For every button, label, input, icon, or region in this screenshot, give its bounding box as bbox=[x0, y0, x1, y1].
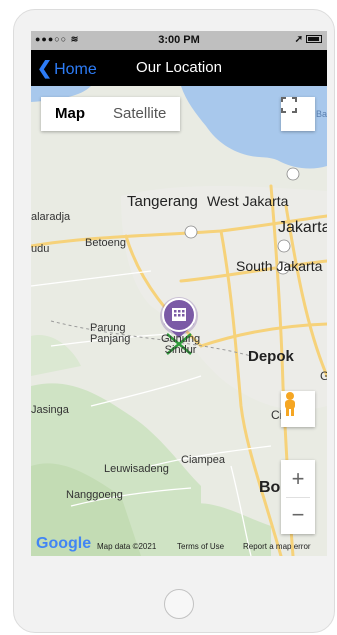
page-title: Our Location bbox=[136, 59, 222, 76]
place-label-nanggoeng: Nanggoeng bbox=[66, 489, 123, 501]
report-map-error-link[interactable]: Report a map error bbox=[243, 542, 311, 551]
place-label-betoeng: Betoeng bbox=[85, 237, 126, 249]
pegman-icon bbox=[285, 392, 295, 416]
fullscreen-icon bbox=[281, 97, 297, 113]
status-right: ➚ bbox=[295, 34, 322, 45]
place-label-leuwisadeng: Leuwisadeng bbox=[104, 463, 169, 475]
place-label-g: G bbox=[320, 369, 327, 383]
zoom-control: + − bbox=[281, 460, 315, 534]
street-view-button[interactable] bbox=[281, 391, 315, 427]
status-time: 3:00 PM bbox=[158, 34, 200, 46]
zoom-out-button[interactable]: − bbox=[292, 498, 305, 534]
place-label-balaradja: alaradja bbox=[31, 211, 71, 223]
place-label-ciampea: Ciampea bbox=[181, 454, 226, 466]
location-arrow-icon: ➚ bbox=[294, 34, 303, 45]
home-button[interactable] bbox=[164, 589, 194, 619]
map-type-satellite-button[interactable]: Satellite bbox=[99, 97, 180, 131]
phone-screen: ●●●○○ ≋ 3:00 PM ➚ ❮ Home Our Location Ta… bbox=[31, 31, 327, 556]
place-label-west-jakarta: West Jakarta bbox=[207, 193, 289, 209]
place-label-jasinga: Jasinga bbox=[31, 404, 69, 416]
place-label-ba: Ba bbox=[316, 109, 327, 119]
navigation-bar: ❮ Home Our Location bbox=[31, 50, 327, 86]
place-label-tangerang: Tangerang bbox=[127, 193, 198, 210]
place-label-gunung-sindur: Gunung Sindur bbox=[161, 333, 201, 356]
place-label-udu: udu bbox=[31, 243, 50, 255]
zoom-in-button[interactable]: + bbox=[292, 461, 305, 497]
map-footer: Google Map data ©2021 Terms of Use Repor… bbox=[31, 535, 327, 556]
map-type-control: Map Satellite bbox=[41, 97, 181, 131]
place-label-depok: Depok bbox=[248, 348, 294, 365]
place-label-south-jakarta: South Jakarta bbox=[236, 258, 323, 274]
place-label-jakarta: Jakarta bbox=[278, 219, 327, 236]
google-logo: Google bbox=[36, 535, 92, 552]
map-type-map-button[interactable]: Map bbox=[41, 97, 99, 131]
map-data-attribution: Map data ©2021 bbox=[97, 542, 157, 551]
terms-of-use-link[interactable]: Terms of Use bbox=[177, 542, 224, 551]
fullscreen-button[interactable] bbox=[281, 97, 315, 131]
status-bar: ●●●○○ ≋ 3:00 PM ➚ bbox=[31, 31, 327, 50]
map-view[interactable]: Tangerang West Jakarta Jakarta South Jak… bbox=[31, 86, 327, 556]
place-label-parung-panjang: Parung Panjang bbox=[90, 322, 131, 345]
battery-icon bbox=[306, 35, 322, 44]
